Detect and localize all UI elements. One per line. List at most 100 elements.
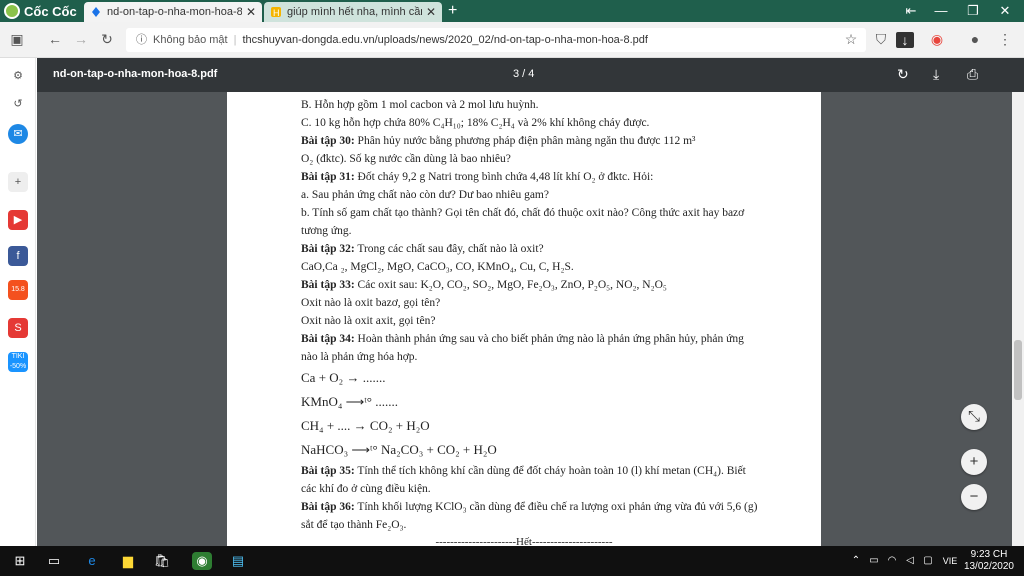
- reload-icon[interactable]: ↻: [98, 31, 116, 48]
- sidebar-toggle-icon[interactable]: ▣: [8, 31, 26, 48]
- volume-icon[interactable]: ◁: [900, 552, 920, 570]
- hoc24-icon: H: [271, 7, 281, 18]
- language-indicator[interactable]: VIE: [938, 552, 962, 570]
- sendo-icon[interactable]: S: [8, 318, 28, 338]
- notification-icon[interactable]: ▢: [918, 552, 938, 570]
- equation: NaHCO₃ ⟶ᵗ° Na₂CO₃ + CO₂ + H₂O: [301, 442, 497, 457]
- restore-button[interactable]: ❐: [956, 0, 990, 22]
- back-icon[interactable]: ←: [46, 31, 64, 47]
- tab-title: nd-on-tap-o-nha-mon-hoa-8.: [107, 6, 242, 18]
- account-icon[interactable]: ●: [966, 31, 984, 47]
- history-icon[interactable]: ↺: [8, 94, 28, 114]
- exercise-label: Bài tập 34:: [301, 333, 355, 345]
- tab-bar: Cốc Cốc nd-on-tap-o-nha-mon-hoa-8. ✕ H g…: [0, 0, 1024, 22]
- zoom-in-button[interactable]: +: [961, 449, 987, 475]
- text-line: B. Hỗn hợp gồm 1 mol cacbon và 2 mol lưu…: [301, 96, 821, 114]
- pdf-download-icon[interactable]: ⤓: [933, 66, 939, 83]
- wifi-icon[interactable]: ◠: [882, 552, 902, 570]
- sidebar: ⚙ ↺ ✉ + ▶ f 15.8 S TIKI -50%: [0, 58, 36, 546]
- line-text: Phân hủy nước bằng phương pháp điện phân…: [354, 135, 696, 147]
- exercise-label: Bài tập 31:: [301, 171, 355, 183]
- line-text: Tính thể tích không khí cần dùng để đốt …: [354, 465, 746, 477]
- shopee-badge: 15.8: [11, 286, 25, 293]
- info-icon[interactable]: ⓘ: [136, 34, 147, 46]
- more-menu-icon[interactable]: ⋮: [996, 31, 1014, 48]
- exercise-label: Bài tập 33:: [301, 279, 355, 291]
- task-view-icon[interactable]: ▭: [44, 552, 64, 570]
- zoom-out-button[interactable]: −: [961, 484, 987, 510]
- download-icon[interactable]: ↓: [896, 32, 914, 48]
- toolbar: ▣ ← → ↻ ⓘ Không bảo mật | thcshuyvan-dongda…: [0, 22, 1024, 58]
- page-indicator: 3 / 4: [513, 68, 535, 80]
- browser-brand[interactable]: Cốc Cốc: [4, 2, 77, 20]
- scrollbar[interactable]: [1012, 92, 1024, 546]
- line-text: Trong các chất sau đây, chất nào là oxit…: [354, 243, 544, 255]
- text-line: Bài tập 30: Phân hủy nước bằng phương ph…: [301, 132, 821, 150]
- text-line: Bài tập 36: Tính khối lượng KClO₃ cần dù…: [301, 498, 821, 516]
- text-line: O₂ (đktc). Số kg nước cần dùng là bao nh…: [301, 150, 821, 168]
- exercise-label: Bài tập 32:: [301, 243, 355, 255]
- tab-close-icon[interactable]: ✕: [246, 5, 256, 19]
- equation: Ca + O₂ → .......: [301, 370, 386, 385]
- text-line: Bài tập 31: Đốt cháy 9,2 g Natri trong b…: [301, 168, 821, 186]
- fit-page-button[interactable]: ⤡: [961, 404, 987, 430]
- line-text: B. Hỗn hợp gồm 1 mol cacbon và 2 mol lưu…: [301, 99, 539, 111]
- equation: CH₄ + .... → CO₂ + H₂O: [301, 418, 430, 433]
- menu-button[interactable]: ⇤: [894, 0, 928, 22]
- pdf-filename: nd-on-tap-o-nha-mon-hoa-8.pdf: [53, 68, 218, 80]
- line-text: b. Tính số gam chất tạo thành? Gọi tên c…: [301, 207, 745, 219]
- facebook-icon[interactable]: f: [8, 246, 28, 266]
- text-line: Oxit nào là oxit axit, gọi tên?: [301, 312, 821, 330]
- text-line: Oxit nào là oxit bazơ, gọi tên?: [301, 294, 821, 312]
- tab-pdf[interactable]: nd-on-tap-o-nha-mon-hoa-8. ✕: [84, 2, 262, 22]
- messenger-icon[interactable]: ✉: [8, 124, 28, 144]
- bookmark-star-icon[interactable]: ☆: [842, 31, 860, 48]
- settings-icon[interactable]: ⚙: [8, 66, 28, 86]
- windows-start-icon[interactable]: ⊞: [10, 552, 30, 570]
- clock-time: 9:23 CH: [970, 549, 1008, 560]
- battery-icon[interactable]: ▭: [864, 552, 884, 570]
- minimize-button[interactable]: —: [924, 0, 958, 22]
- line-text: sắt để tạo thành Fe₂O₃.: [301, 519, 407, 531]
- print-icon[interactable]: ⎙: [967, 66, 978, 83]
- youtube-icon[interactable]: ▶: [8, 210, 28, 230]
- line-text: C. 10 kg hỗn hợp chứa 80% C₄H₁₀; 18% C₂H…: [301, 117, 650, 129]
- new-tab-button[interactable]: +: [448, 2, 457, 20]
- url-text: thcshuyvan-dongda.edu.vn/uploads/news/20…: [242, 34, 648, 46]
- edge-icon[interactable]: e: [82, 552, 102, 570]
- app-taskbar-icon[interactable]: ▤: [228, 552, 248, 570]
- line-text: a. Sau phản ứng chất nào còn dư? Dư bao …: [301, 189, 549, 201]
- line-text: Tính khối lượng KClO₃ cần dùng để điều c…: [354, 501, 758, 513]
- forward-icon[interactable]: →: [72, 31, 90, 47]
- coccoc-extension-icon[interactable]: ◉: [928, 31, 946, 48]
- exercise-label: Bài tập 35:: [301, 465, 355, 477]
- text-line: nào là phản ứng hóa hợp.: [301, 348, 821, 366]
- address-bar[interactable]: ⓘ Không bảo mật | thcshuyvan-dongda.edu.vn/…: [126, 28, 866, 52]
- line-text: Đốt cháy 9,2 g Natri trong bình chứa 4,4…: [354, 171, 654, 183]
- shopee-icon[interactable]: 15.8: [8, 280, 28, 300]
- shield-icon[interactable]: ⛉: [872, 31, 890, 48]
- taskbar: ⊞ ▭ e ▆ 🛍 ◉ ▤ ⌃ ▭ ◠ ◁ ▢ VIE 9:23 CH 13/0…: [0, 546, 1024, 576]
- text-line: sắt để tạo thành Fe₂O₃.: [301, 516, 821, 534]
- rotate-icon[interactable]: ↻: [897, 66, 909, 83]
- tab-hoidap[interactable]: H giúp mình hết nha, mình cần ✕: [264, 2, 442, 22]
- text-line: b. Tính số gam chất tạo thành? Gọi tên c…: [301, 204, 821, 222]
- add-app-icon[interactable]: +: [8, 172, 28, 192]
- scrollbar-thumb[interactable]: [1014, 340, 1022, 400]
- equation: KMnO₄ ⟶ᵗ° .......: [301, 394, 398, 409]
- exercise-label: Bài tập 36:: [301, 501, 355, 513]
- tab-close-icon[interactable]: ✕: [426, 5, 436, 19]
- tray-expand-icon[interactable]: ⌃: [846, 552, 866, 570]
- end-marker: ----------------------Hết---------------…: [435, 536, 613, 546]
- text-line: Bài tập 35: Tính thể tích không khí cần …: [301, 462, 821, 480]
- close-window-button[interactable]: ✕: [988, 0, 1022, 22]
- line-text: Các oxit sau: K₂O, CO₂, SO₂, MgO, Fe₂O₃,…: [354, 279, 667, 291]
- file-explorer-icon[interactable]: ▆: [118, 552, 138, 570]
- line-text: Oxit nào là oxit bazơ, gọi tên?: [301, 297, 441, 309]
- coccoc-taskbar-icon[interactable]: ◉: [192, 552, 212, 570]
- store-icon[interactable]: 🛍: [152, 552, 172, 570]
- clock[interactable]: 9:23 CH 13/02/2020: [964, 549, 1014, 573]
- pdf-viewer[interactable]: B. Hỗn hợp gồm 1 mol cacbon và 2 mol lưu…: [37, 92, 1024, 546]
- line-text: tương ứng.: [301, 225, 352, 237]
- tiki-icon[interactable]: TIKI -50%: [8, 352, 28, 372]
